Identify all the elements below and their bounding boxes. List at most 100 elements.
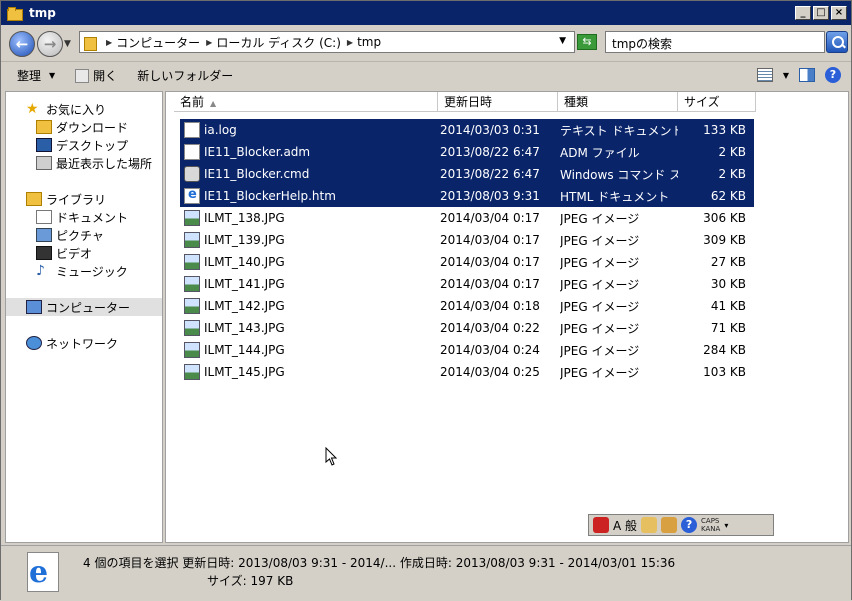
open-label: 開く <box>93 69 118 83</box>
address-dropdown-icon[interactable]: ▼ <box>559 36 566 46</box>
file-row[interactable]: ILMT_144.JPG 2014/03/04 0:24 JPEG イメージ 284 … <box>180 339 754 361</box>
nav-libraries[interactable]: ライブラリ <box>6 190 162 208</box>
chevron-down-icon: ▼ <box>49 71 56 80</box>
file-size: 306 KB <box>703 211 746 225</box>
computer-icon <box>26 300 42 314</box>
minimize-button[interactable]: _ <box>795 6 811 20</box>
file-size: 103 KB <box>703 365 746 379</box>
breadcrumb-computer[interactable]: コンピューター <box>116 34 200 51</box>
close-button[interactable]: × <box>831 6 847 20</box>
file-type: JPEG イメージ <box>560 321 640 336</box>
file-date: 2014/03/04 0:22 <box>440 321 540 335</box>
sort-up-icon: ▲ <box>210 99 217 108</box>
column-header-type[interactable]: 種類 <box>558 92 678 112</box>
view-options-icon[interactable] <box>756 68 773 82</box>
file-date: 2014/03/04 0:17 <box>440 255 540 269</box>
ime-pad-icon[interactable] <box>641 517 658 533</box>
title-bar[interactable]: tmp _ □ × <box>1 1 851 25</box>
network-icon <box>26 336 42 350</box>
documents-icon <box>36 210 52 224</box>
jpeg-icon <box>184 364 200 380</box>
file-size: 309 KB <box>703 233 746 247</box>
file-type: JPEG イメージ <box>560 233 640 248</box>
folder-icon <box>84 35 98 51</box>
help-icon[interactable]: ? <box>681 517 698 533</box>
recent-places-icon <box>36 156 52 170</box>
forward-button[interactable]: → <box>37 31 63 57</box>
nav-network[interactable]: ネットワーク <box>6 334 162 352</box>
nav-downloads[interactable]: ダウンロード <box>6 118 162 136</box>
jpeg-icon <box>184 342 200 358</box>
nav-music[interactable]: ♪ ミュージック <box>6 262 162 280</box>
videos-icon <box>36 246 52 260</box>
breadcrumb-chevron-icon[interactable]: ▶ <box>347 38 353 47</box>
folder-icon <box>7 6 23 21</box>
address-bar[interactable]: ▶ コンピューター ▶ ローカル ディスク (C:) ▶ tmp ▼ <box>79 31 575 53</box>
recent-pages-dropdown[interactable]: ▼ <box>64 39 71 49</box>
nav-desktop[interactable]: デスクトップ <box>6 136 162 154</box>
file-type: JPEG イメージ <box>560 365 640 380</box>
nav-pictures[interactable]: ピクチャ <box>6 226 162 244</box>
text-file-icon <box>184 122 200 138</box>
help-icon[interactable]: ? <box>825 67 841 83</box>
open-button[interactable]: 開く <box>75 67 117 84</box>
search-input[interactable]: tmpの検索 <box>605 31 825 53</box>
file-row[interactable]: ILMT_142.JPG 2014/03/04 0:18 JPEG イメージ 41 K… <box>180 295 754 317</box>
file-date: 2014/03/04 0:17 <box>440 233 540 247</box>
file-row[interactable]: IE11_Blocker.adm 2013/08/22 6:47 ADM ファイル 2… <box>180 141 754 163</box>
chevron-down-icon[interactable]: ▼ <box>783 71 789 80</box>
back-button[interactable]: ← <box>9 31 35 57</box>
ie-document-icon: e <box>23 552 63 596</box>
nav-favorites[interactable]: ★ お気に入り <box>6 100 162 118</box>
preview-pane-icon[interactable] <box>799 68 815 82</box>
column-header-size[interactable]: サイズ <box>678 92 756 112</box>
nav-documents[interactable]: ドキュメント <box>6 208 162 226</box>
column-label: サイズ <box>684 95 720 109</box>
file-name: ILMT_144.JPG <box>204 343 285 357</box>
nav-label: お気に入り <box>46 102 107 117</box>
selection-summary: 4 個の項目を選択 更新日時: 2013/08/03 9:31 - 2014/.… <box>83 556 676 570</box>
breadcrumb-chevron-icon[interactable]: ▶ <box>206 38 212 47</box>
nav-computer[interactable]: コンピューター <box>6 298 162 316</box>
file-row[interactable]: IE11_BlockerHelp.htm 2013/08/03 9:31 HTML … <box>180 185 754 207</box>
breadcrumb-chevron-icon[interactable]: ▶ <box>106 38 112 47</box>
breadcrumb-tmp[interactable]: tmp <box>357 35 381 49</box>
adm-file-icon <box>184 144 200 160</box>
refresh-button[interactable]: ⇆ <box>577 34 597 50</box>
libraries-icon <box>26 192 42 206</box>
nav-recent-places[interactable]: 最近表示した場所 <box>6 154 162 172</box>
search-button[interactable] <box>826 31 848 53</box>
column-header-date[interactable]: 更新日時 <box>438 92 558 112</box>
file-row[interactable]: IE11_Blocker.cmd 2013/08/22 6:47 Windows コ… <box>180 163 754 185</box>
nav-label: コンピューター <box>46 300 131 315</box>
new-folder-button[interactable]: 新しいフォルダー <box>137 67 233 84</box>
jpeg-icon <box>184 276 200 292</box>
file-row[interactable]: ILMT_140.JPG 2014/03/04 0:17 JPEG イメージ 27 K… <box>180 251 754 273</box>
file-type: HTML ドキュメント <box>560 189 670 204</box>
organize-button[interactable]: 整理 ▼ <box>17 67 55 84</box>
chevron-down-icon[interactable]: ▾ <box>724 521 728 530</box>
forward-arrow-icon: → <box>43 35 57 53</box>
file-row[interactable]: ia.log 2014/03/03 0:31 テキスト ドキュメント 133 KB <box>180 119 754 141</box>
file-name: ILMT_143.JPG <box>204 321 285 335</box>
file-row[interactable]: ILMT_138.JPG 2014/03/04 0:17 JPEG イメージ 306 … <box>180 207 754 229</box>
jpeg-icon <box>184 298 200 314</box>
file-size: 284 KB <box>703 343 746 357</box>
file-row[interactable]: ILMT_139.JPG 2014/03/04 0:17 JPEG イメージ 309 … <box>180 229 754 251</box>
ime-mode[interactable]: A 般 <box>613 517 637 534</box>
window-controls: _ □ × <box>795 6 847 20</box>
file-row[interactable]: ILMT_143.JPG 2014/03/04 0:22 JPEG イメージ 71 K… <box>180 317 754 339</box>
file-row[interactable]: ILMT_145.JPG 2014/03/04 0:25 JPEG イメージ 103 … <box>180 361 754 383</box>
breadcrumb-local-disk[interactable]: ローカル ディスク (C:) <box>216 34 341 51</box>
ime-language-bar[interactable]: A 般 ? CAPS KANA ▾ <box>588 514 774 536</box>
maximize-button[interactable]: □ <box>813 6 829 20</box>
nav-videos[interactable]: ビデオ <box>6 244 162 262</box>
column-label: 更新日時 <box>444 95 493 109</box>
file-type: JPEG イメージ <box>560 343 640 358</box>
file-row[interactable]: ILMT_141.JPG 2014/03/04 0:17 JPEG イメージ 30 K… <box>180 273 754 295</box>
ime-toggle-icon[interactable] <box>593 517 609 533</box>
column-header-name[interactable]: 名前 ▲ <box>174 92 438 112</box>
file-type: JPEG イメージ <box>560 211 640 226</box>
ime-tools-icon[interactable] <box>661 517 678 533</box>
downloads-folder-icon <box>36 120 52 134</box>
